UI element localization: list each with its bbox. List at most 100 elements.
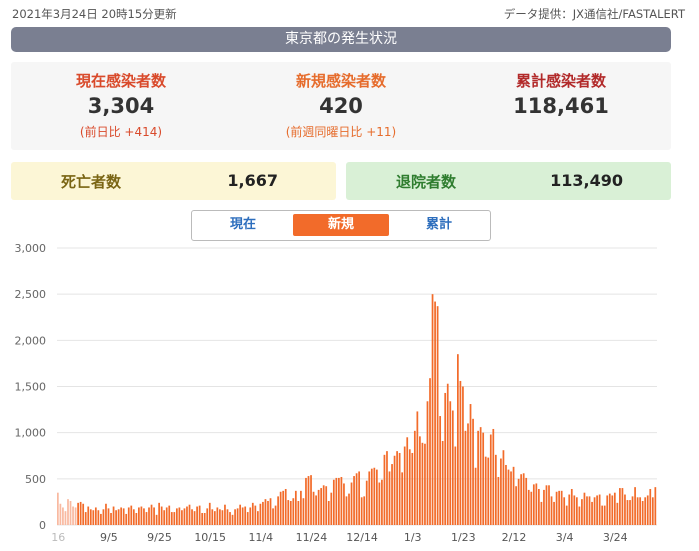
bar <box>127 507 130 525</box>
bar <box>332 479 335 525</box>
bar <box>150 504 153 525</box>
bar <box>163 510 166 525</box>
bar <box>107 508 110 525</box>
bar <box>105 503 107 525</box>
bar <box>340 476 343 525</box>
bar <box>636 497 639 525</box>
bar <box>555 491 558 525</box>
bar <box>370 468 373 525</box>
bar <box>439 416 442 525</box>
bar <box>251 502 254 525</box>
bar <box>411 452 414 525</box>
bar <box>97 510 100 525</box>
bar <box>262 501 264 525</box>
y-tick-label: 500 <box>25 473 46 486</box>
bar <box>581 499 583 525</box>
bar <box>284 488 287 525</box>
page-title: 東京都の発生状況 <box>11 27 671 52</box>
bar <box>181 510 183 525</box>
bar <box>158 502 160 525</box>
bar <box>89 509 92 525</box>
bar <box>120 507 123 525</box>
bar <box>208 502 211 525</box>
bar <box>530 491 533 525</box>
bar <box>224 504 226 525</box>
bar <box>608 493 611 525</box>
bar <box>211 509 214 525</box>
bar <box>575 497 578 525</box>
bar <box>583 492 586 525</box>
bar <box>416 411 419 525</box>
current-cases-stat: 現在感染者数 3,304 (前日比 +414) <box>11 70 231 140</box>
bar <box>611 495 614 525</box>
bar <box>102 509 105 525</box>
bar <box>494 454 497 525</box>
bar <box>74 507 77 525</box>
bar <box>92 510 95 525</box>
bar <box>249 507 252 525</box>
bar <box>153 507 155 525</box>
bar <box>434 301 436 525</box>
bar <box>413 430 416 525</box>
bar <box>644 497 647 525</box>
bar <box>239 504 242 525</box>
bar <box>621 488 624 525</box>
bar <box>264 499 267 525</box>
tab-new[interactable]: 新規 <box>293 214 389 236</box>
x-tick-label: 12/14 <box>346 531 378 544</box>
bar <box>59 503 62 525</box>
bar <box>320 488 323 525</box>
total-cases-value: 118,461 <box>513 94 609 118</box>
bar <box>132 509 135 525</box>
bar <box>229 512 231 525</box>
bar <box>201 513 204 525</box>
bar <box>155 514 158 525</box>
bar <box>596 495 598 525</box>
bar <box>459 380 462 525</box>
bar <box>654 487 657 525</box>
bar <box>426 401 429 525</box>
bar <box>330 492 333 525</box>
bar <box>613 492 616 525</box>
bar <box>269 498 272 525</box>
bar <box>429 378 431 525</box>
tab-cumulative[interactable]: 累計 <box>391 214 487 236</box>
bar <box>419 436 421 525</box>
bar <box>467 423 469 525</box>
bar <box>477 430 479 525</box>
data-source-credit: データ提供：JX通信社/FASTALERT <box>503 7 685 21</box>
bar <box>550 496 553 525</box>
bar <box>601 505 604 525</box>
bar <box>446 383 449 525</box>
bar <box>616 502 619 525</box>
bar <box>406 437 409 525</box>
bar <box>451 410 454 525</box>
bar <box>454 446 457 525</box>
bar <box>325 486 328 525</box>
bar <box>305 477 307 525</box>
bar <box>484 456 487 525</box>
bar <box>515 486 517 525</box>
bar <box>563 497 566 525</box>
x-tick-label: 16 <box>51 531 65 544</box>
bar <box>363 496 366 525</box>
bar <box>373 467 376 525</box>
bar <box>355 473 358 525</box>
bar <box>560 490 563 525</box>
bar <box>358 471 360 525</box>
bar <box>403 446 406 525</box>
bar <box>444 392 447 525</box>
bar <box>94 507 97 525</box>
bar <box>586 496 588 525</box>
bar <box>307 476 310 525</box>
bar <box>148 507 150 525</box>
bar <box>173 512 176 525</box>
bar <box>593 497 596 525</box>
bar <box>160 506 163 525</box>
bar <box>381 479 383 525</box>
bar <box>624 494 626 525</box>
y-tick-label: 2,000 <box>15 334 47 347</box>
bar <box>267 500 269 525</box>
bar <box>130 505 133 525</box>
tab-current[interactable]: 現在 <box>195 214 291 236</box>
